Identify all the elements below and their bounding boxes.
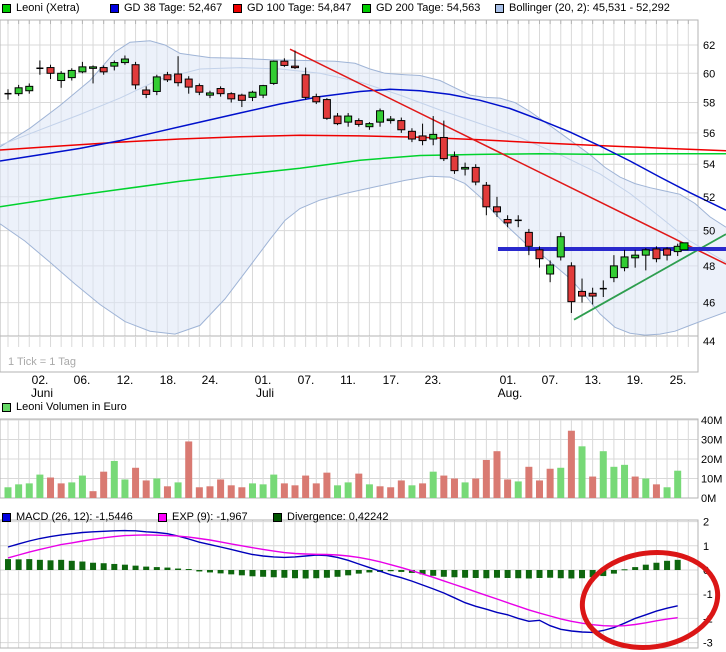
macd-y-axis: 210-1-2-3 — [703, 517, 713, 650]
gd200-label: GD 200 Tage: 54,563 — [376, 2, 481, 14]
bollinger-label: Bollinger (20, 2): 45,531 - 52,292 — [509, 2, 670, 14]
svg-text:-3: -3 — [703, 638, 713, 650]
last-price-marker — [679, 242, 689, 251]
macd-swatch-icon — [2, 513, 11, 522]
gd38-swatch-icon — [110, 4, 119, 13]
svg-text:23.: 23. — [425, 373, 442, 387]
gd38-label: GD 38 Tage: 52,467 — [124, 2, 223, 14]
exp-label: EXP (9): -1,967 — [172, 511, 248, 523]
svg-text:62: 62 — [703, 40, 715, 52]
svg-text:11.: 11. — [340, 373, 356, 387]
svg-text:24.: 24. — [202, 373, 219, 387]
svg-text:18.: 18. — [160, 373, 177, 387]
price-legend: Leoni (Xetra) GD 38 Tage: 52,467 GD 100 … — [0, 1, 726, 17]
price-y-axis: 62 60 58 56 54 52 50 48 46 44 — [703, 40, 715, 348]
svg-text:02.: 02. — [32, 373, 49, 387]
leoni-label: Leoni (Xetra) — [16, 2, 80, 14]
bollinger-swatch-icon — [495, 4, 504, 13]
svg-text:60: 60 — [703, 68, 715, 80]
svg-text:25.: 25. — [670, 373, 687, 387]
svg-text:-1: -1 — [703, 589, 713, 601]
svg-text:1: 1 — [703, 541, 709, 553]
svg-text:Aug.: Aug. — [498, 386, 523, 400]
gd100-label: GD 100 Tage: 54,847 — [247, 2, 352, 14]
svg-text:44: 44 — [703, 336, 715, 348]
svg-text:52: 52 — [703, 192, 715, 204]
volume-y-axis: 40M 30M 20M 10M 0M — [701, 415, 722, 505]
svg-text:Juli: Juli — [256, 386, 274, 400]
date-x-axis: 02.Juni06. 12. 18. 24. 01.Juli07. 11. 17. 23. 01… — [31, 373, 686, 400]
svg-text:30M: 30M — [701, 435, 722, 447]
svg-text:01.: 01. — [500, 373, 517, 387]
tick-footnote: 1 Tick = 1 Tag — [8, 356, 76, 368]
svg-text:0M: 0M — [701, 493, 716, 505]
svg-text:48: 48 — [703, 261, 715, 273]
macd-label: MACD (26, 12): -1,5446 — [16, 511, 133, 523]
leoni-swatch-icon — [2, 4, 11, 13]
gd100-swatch-icon — [233, 4, 242, 13]
svg-text:07.: 07. — [542, 373, 559, 387]
svg-text:06.: 06. — [74, 373, 91, 387]
svg-text:19.: 19. — [627, 373, 644, 387]
annotation-ellipse — [579, 550, 721, 650]
svg-text:54: 54 — [703, 159, 715, 171]
macd-legend: MACD (26, 12): -1,5446 EXP (9): -1,967 D… — [0, 510, 726, 526]
chart-canvas: 62 60 58 56 54 52 50 48 46 44 02.Juni 06. 12. 18. 24. 0… — [0, 19, 726, 650]
volume-bars — [4, 430, 682, 498]
stock-chart-window: { "window": {"width": 726, "height": 652… — [0, 0, 726, 652]
svg-text:01.: 01. — [255, 373, 272, 387]
divergence-label: Divergence: 0,42242 — [287, 511, 389, 523]
volume-swatch-icon — [2, 403, 11, 412]
svg-text:17.: 17. — [383, 373, 400, 387]
volume-legend: Leoni Volumen in Euro — [0, 400, 726, 416]
divergence-bars — [5, 559, 681, 579]
svg-text:12.: 12. — [117, 373, 134, 387]
svg-text:10M: 10M — [701, 474, 722, 486]
svg-text:20M: 20M — [701, 454, 722, 466]
svg-text:07.: 07. — [298, 373, 315, 387]
svg-text:13.: 13. — [585, 373, 602, 387]
svg-text:46: 46 — [703, 298, 715, 310]
exp-swatch-icon — [158, 513, 167, 522]
volume-label: Leoni Volumen in Euro — [16, 401, 127, 413]
svg-text:Juni: Juni — [31, 386, 53, 400]
svg-text:50: 50 — [703, 226, 715, 238]
divergence-swatch-icon — [273, 513, 282, 522]
gd200-swatch-icon — [362, 4, 371, 13]
svg-text:58: 58 — [703, 98, 715, 110]
svg-text:56: 56 — [703, 128, 715, 140]
svg-text:40M: 40M — [701, 415, 722, 427]
